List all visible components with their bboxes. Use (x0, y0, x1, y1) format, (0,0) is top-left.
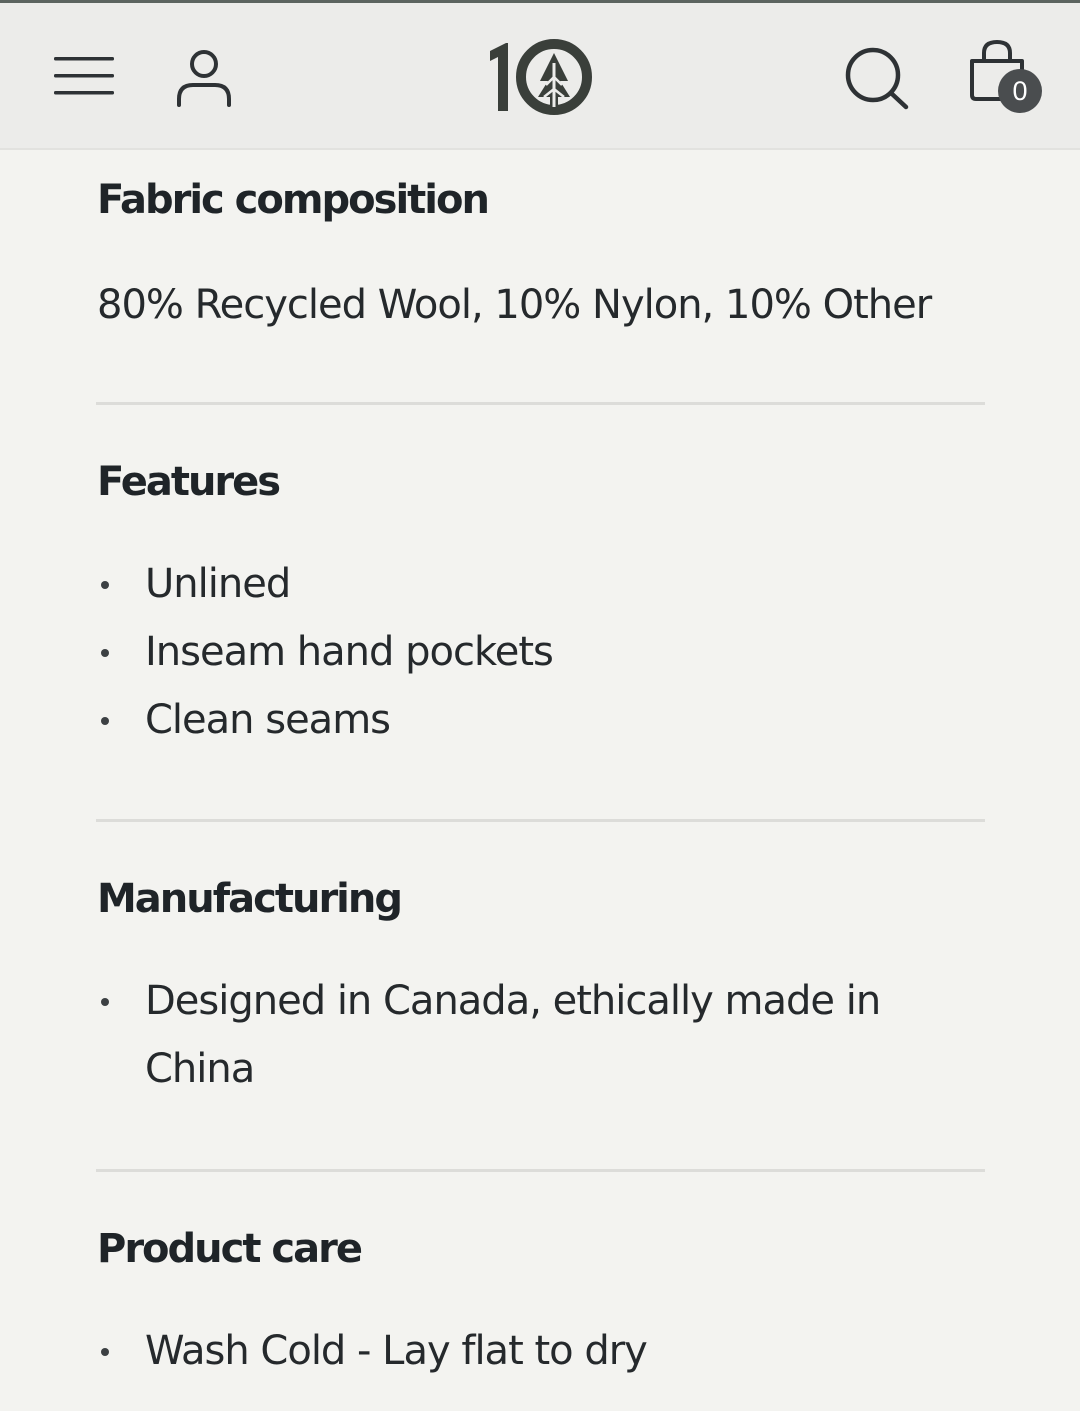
list-item: Wash Cold - Lay flat to dry (97, 1317, 985, 1385)
list-item: Unlined (97, 550, 985, 618)
section-divider (96, 1169, 985, 1172)
user-icon[interactable] (172, 45, 236, 111)
features-list: Unlined Inseam hand pockets Clean seams (97, 550, 985, 754)
section-divider (96, 819, 985, 822)
features-section: Features Unlined Inseam hand pockets Cle… (97, 462, 985, 754)
hamburger-menu-icon[interactable] (52, 53, 116, 99)
list-item: Designed in Canada, ethically made in Ch… (97, 967, 897, 1103)
manufacturing-list: Designed in Canada, ethically made in Ch… (97, 967, 897, 1103)
section-divider (96, 402, 985, 405)
brand-logo[interactable] (484, 37, 596, 119)
cart-count-badge: 0 (998, 69, 1042, 113)
fabric-composition-section: Fabric composition 80% Recycled Wool, 10… (97, 180, 985, 339)
list-item: Clean seams (97, 686, 985, 754)
section-title: Fabric composition (97, 177, 490, 223)
manufacturing-section: Manufacturing Designed in Canada, ethica… (97, 879, 985, 1103)
section-title: Product care (97, 1226, 363, 1272)
search-icon[interactable] (842, 45, 912, 111)
product-care-section: Product care Wash Cold - Lay flat to dry (97, 1229, 985, 1385)
shopping-bag-icon[interactable]: 0 (964, 39, 1044, 119)
list-item: Inseam hand pockets (97, 618, 985, 686)
fabric-composition-text: 80% Recycled Wool, 10% Nylon, 10% Other (97, 282, 932, 328)
section-title: Manufacturing (97, 876, 403, 922)
site-header: 0 (0, 3, 1080, 150)
section-title: Features (97, 459, 281, 505)
product-care-list: Wash Cold - Lay flat to dry (97, 1317, 985, 1385)
